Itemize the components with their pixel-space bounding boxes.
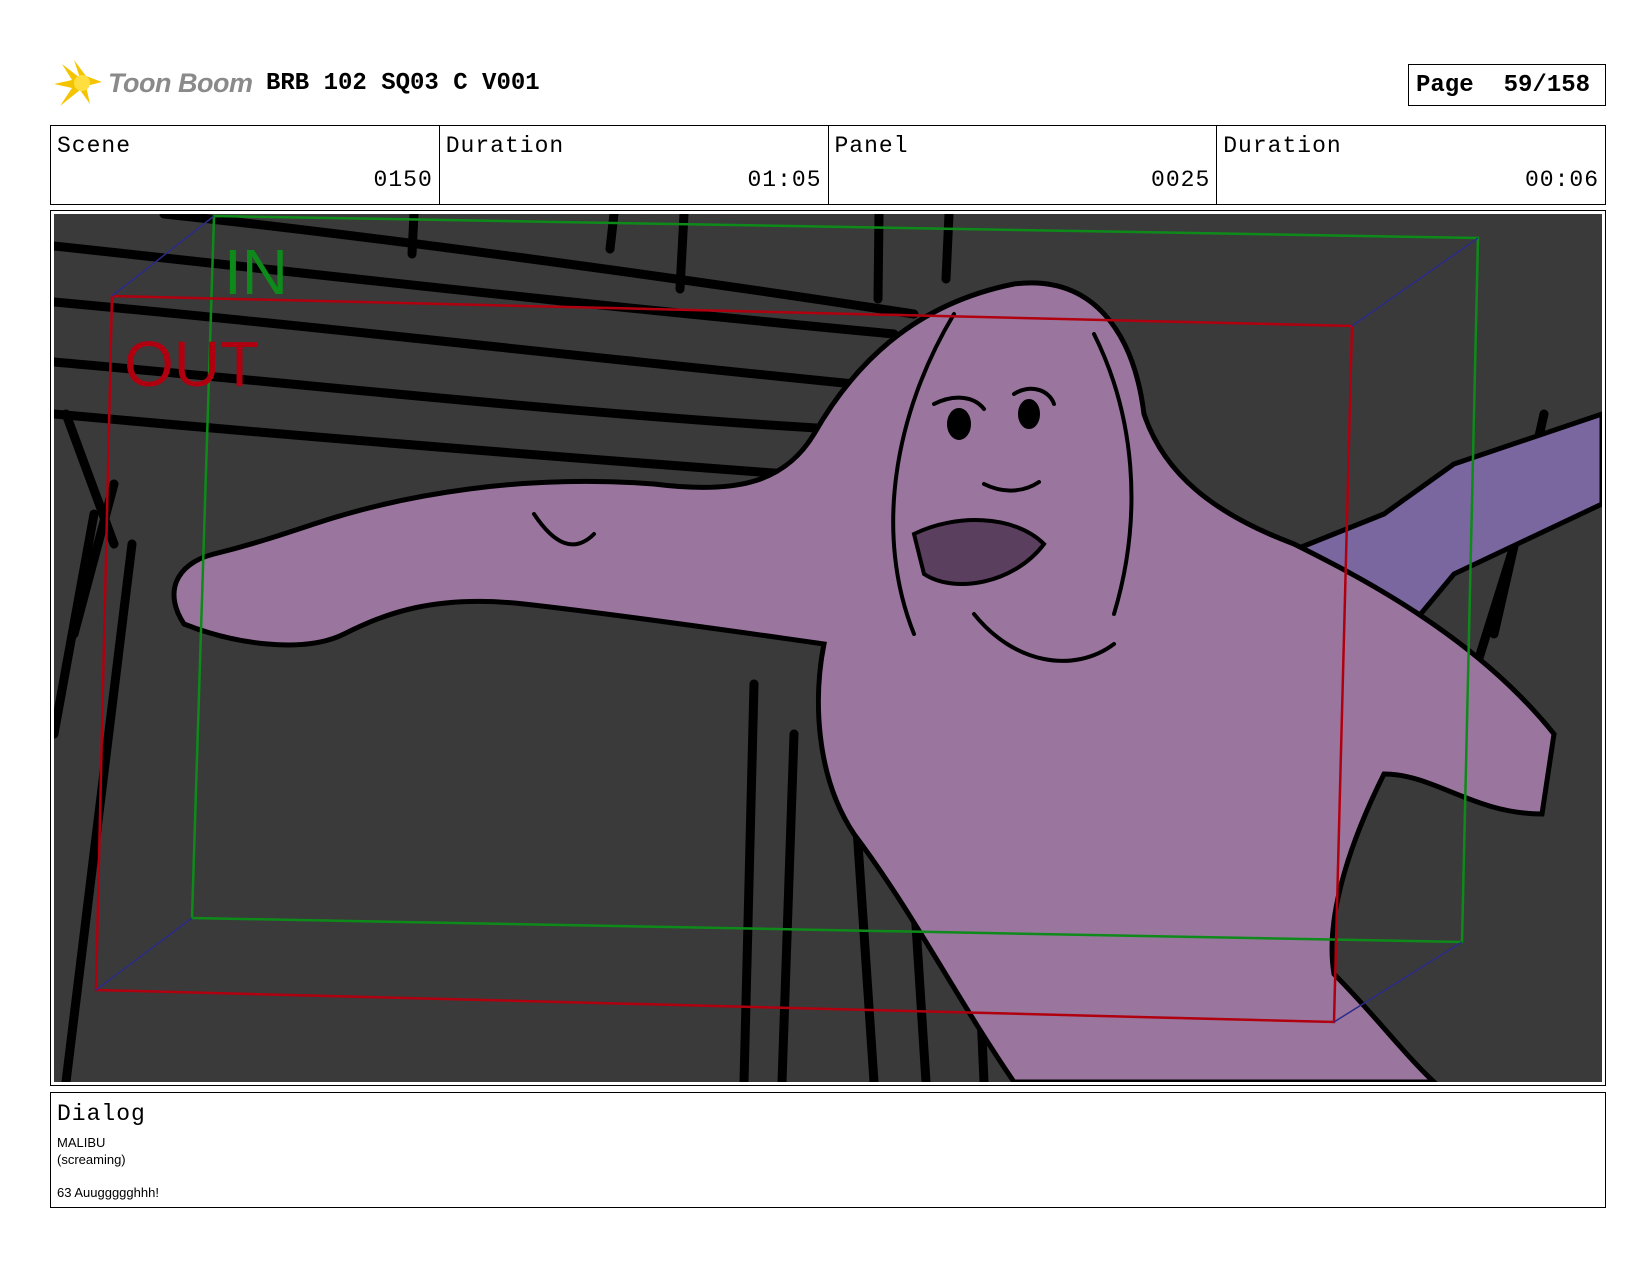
panel-drawing: IN OUT [54,214,1602,1082]
dialog-box: Dialog MALIBU (screaming) 63 Auuggggghhh… [50,1092,1606,1208]
page-number: 59/158 [1503,71,1591,99]
starburst-icon [54,60,102,106]
panel-cell: Panel 0025 [829,126,1218,204]
logo-text: Toon Boom [108,68,253,98]
page-indicator: Page 59/158 [1408,64,1606,106]
storyboard-panel: IN OUT [54,214,1602,1082]
panel-duration-cell: Duration 00:06 [1217,126,1605,204]
document-title: BRB 102 SQ03 C V001 [266,70,540,97]
scene-cell: Scene 0150 [51,126,440,204]
dialog-character: MALIBU [57,1135,106,1150]
panel-duration-label: Duration [1223,133,1342,159]
scene-duration-label: Duration [445,133,565,159]
dialog-text: 63 Auuggggghhh! [57,1185,159,1200]
in-label: IN [224,236,288,308]
scene-duration-value: 01:05 [747,167,822,193]
toon-boom-logo: Toon Boom [52,58,253,110]
scene-info-row: Scene 0150 Duration 01:05 Panel 0025 Dur… [50,125,1606,205]
page-label: Page [1416,71,1474,99]
panel-value: 0025 [1151,167,1211,193]
scene-value: 0150 [373,167,433,193]
panel-duration-value: 00:06 [1524,167,1599,193]
dialog-label: Dialog [57,1101,146,1127]
scene-label: Scene [57,133,132,159]
scene-duration-cell: Duration 01:05 [440,126,829,204]
dialog-direction: (screaming) [57,1152,126,1167]
out-label: OUT [124,328,259,400]
panel-label: Panel [834,133,909,159]
